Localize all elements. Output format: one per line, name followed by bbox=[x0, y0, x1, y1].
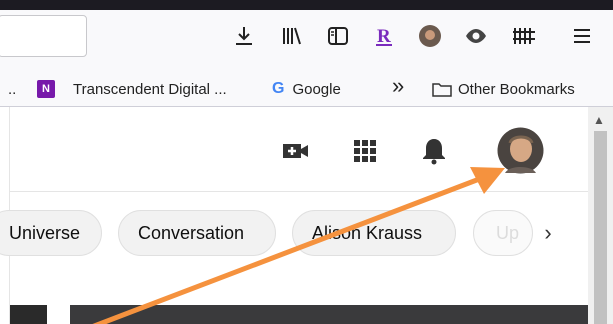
chip-partial[interactable]: Up bbox=[473, 210, 533, 256]
bookmark-label: Transcendent Digital ... bbox=[73, 80, 227, 98]
url-bar[interactable] bbox=[0, 15, 87, 57]
chips-next-chevron-icon[interactable]: › bbox=[533, 218, 563, 248]
download-icon[interactable] bbox=[232, 24, 256, 48]
onenote-icon: N bbox=[37, 80, 55, 98]
scroll-up-arrow-icon[interactable]: ▲ bbox=[593, 113, 605, 127]
notifications-bell-icon[interactable] bbox=[420, 136, 448, 166]
bookmark-overflow-dot: .. bbox=[8, 80, 17, 98]
bookmark-google[interactable]: G Google bbox=[272, 79, 341, 99]
bookmarks-bar: .. N Transcendent Digital ... G Google »… bbox=[0, 69, 613, 107]
apps-grid-icon[interactable] bbox=[351, 137, 379, 165]
google-icon: G bbox=[272, 80, 285, 97]
chip-universe[interactable]: Universe bbox=[0, 210, 102, 256]
scroll-thumb[interactable] bbox=[594, 131, 607, 324]
header-divider bbox=[10, 191, 588, 192]
bookmark-label: Google bbox=[292, 80, 341, 98]
bookmark-label: Other Bookmarks bbox=[458, 80, 575, 98]
account-avatar[interactable] bbox=[497, 127, 544, 174]
library-icon[interactable] bbox=[280, 24, 304, 48]
create-video-icon[interactable] bbox=[281, 138, 311, 164]
chip-alison-krauss[interactable]: Alison Krauss bbox=[292, 210, 456, 256]
tab-strip-edge bbox=[0, 0, 613, 10]
menu-icon[interactable] bbox=[570, 24, 594, 48]
svg-text:R: R bbox=[377, 26, 391, 47]
page-scrollbar[interactable]: ▲ bbox=[588, 107, 613, 324]
bookmark-transcendent[interactable]: N Transcendent Digital ... bbox=[37, 79, 227, 99]
browser-toolbar: R bbox=[0, 0, 613, 69]
video-thumbnail[interactable] bbox=[70, 305, 588, 324]
extension-grid-icon[interactable] bbox=[512, 24, 536, 48]
eye-icon[interactable] bbox=[464, 24, 488, 48]
bookmarks-more-chevron-icon[interactable]: » bbox=[392, 73, 404, 98]
folder-icon bbox=[432, 83, 452, 97]
video-thumbnail[interactable] bbox=[10, 305, 47, 324]
bookmark-other-bookmarks[interactable]: Other Bookmarks bbox=[432, 79, 575, 99]
sidebar-icon[interactable] bbox=[326, 24, 350, 48]
profile-avatar-icon[interactable] bbox=[418, 24, 442, 48]
chip-conversation[interactable]: Conversation bbox=[118, 210, 276, 256]
r-extension-icon[interactable]: R bbox=[372, 24, 396, 48]
